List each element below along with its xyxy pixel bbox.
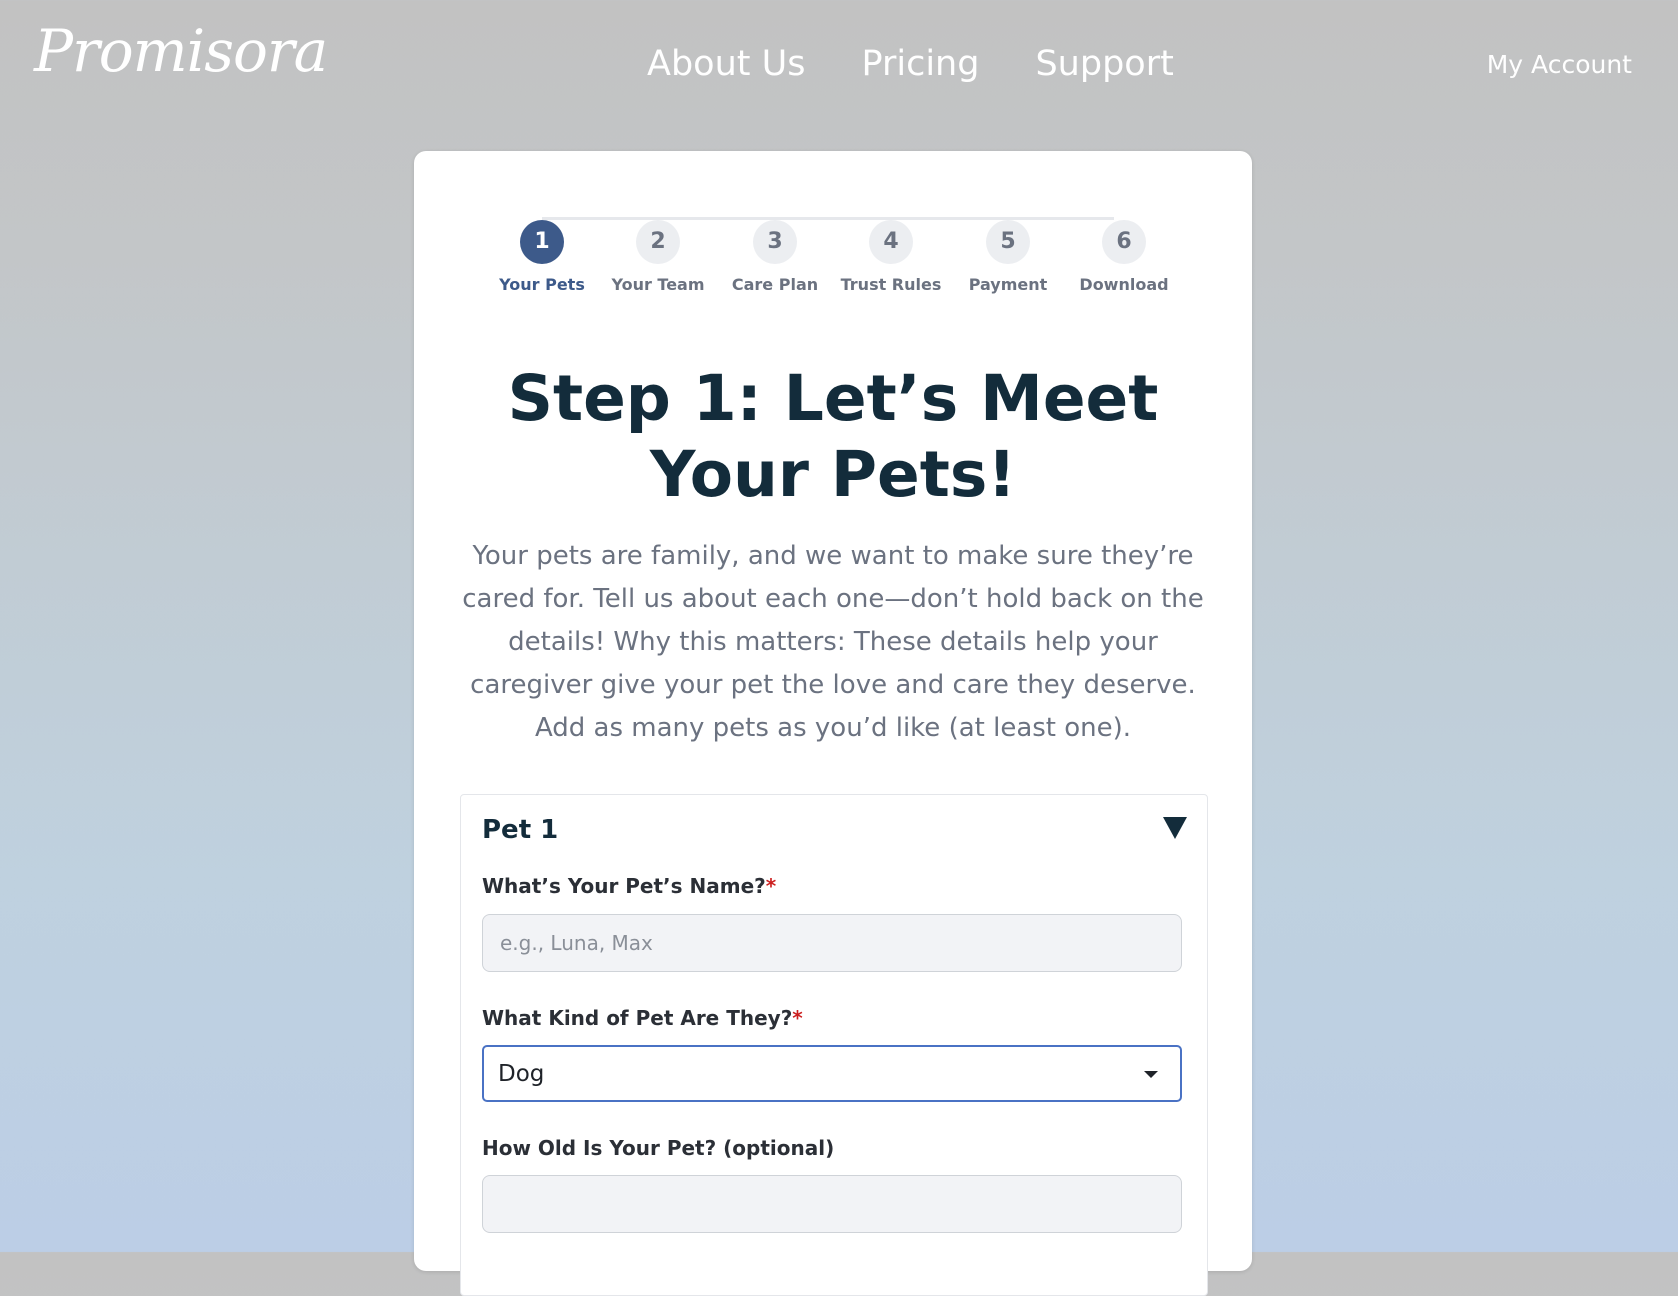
step-number: 3 <box>753 220 797 264</box>
pet-age-label: How Old Is Your Pet? (optional) <box>482 1136 835 1160</box>
step-your-pets[interactable]: 1 Your Pets <box>482 220 602 294</box>
progress-stepper: 1 Your Pets 2 Your Team 3 Care Plan 4 Tr… <box>414 216 1252 306</box>
step-download[interactable]: 6 Download <box>1064 220 1184 294</box>
caret-down-icon <box>1144 1071 1158 1078</box>
nav-support[interactable]: Support <box>1035 44 1173 84</box>
intro-text: Your pets are family, and we want to mak… <box>462 541 1204 743</box>
pet-panel: Pet 1 What’s Your Pet’s Name?* What Kind… <box>460 794 1208 1296</box>
step-label: Your Team <box>611 275 705 294</box>
step-number: 2 <box>636 220 680 264</box>
pet-kind-select[interactable]: Dog <box>482 1045 1182 1102</box>
step-number: 6 <box>1102 220 1146 264</box>
collapse-triangle-icon[interactable] <box>1163 817 1187 839</box>
step-label: Download <box>1079 275 1169 294</box>
step-your-team[interactable]: 2 Your Team <box>598 220 718 294</box>
pet-kind-selected-value: Dog <box>498 1061 545 1087</box>
pet-name-input[interactable] <box>482 914 1182 972</box>
promisora-logo[interactable]: Promisora <box>34 19 328 84</box>
required-marker: * <box>765 874 777 898</box>
step-label: Care Plan <box>731 275 819 294</box>
my-account-link[interactable]: My Account <box>1487 50 1632 79</box>
pet-panel-title: Pet 1 <box>482 815 559 845</box>
pet-name-label-text: What’s Your Pet’s Name? <box>482 874 766 898</box>
step-number: 5 <box>986 220 1030 264</box>
nav-about-us[interactable]: About Us <box>647 44 805 84</box>
main-nav: About Us Pricing Support <box>647 44 1174 84</box>
wizard-card: 1 Your Pets 2 Your Team 3 Care Plan 4 Tr… <box>414 151 1252 1296</box>
nav-pricing[interactable]: Pricing <box>861 44 979 84</box>
pet-name-label: What’s Your Pet’s Name?* <box>482 874 776 898</box>
step-payment[interactable]: 5 Payment <box>948 220 1068 294</box>
step-label: Trust Rules <box>840 275 942 294</box>
page-title: Step 1: Let’s Meet Your Pets! <box>507 362 1159 511</box>
site-header: Promisora About Us Pricing Support My Ac… <box>0 0 1678 140</box>
pet-kind-label: What Kind of Pet Are They?* <box>482 1006 803 1030</box>
step-number: 1 <box>520 220 564 264</box>
pet-kind-label-text: What Kind of Pet Are They? <box>482 1006 793 1030</box>
step-care-plan[interactable]: 3 Care Plan <box>715 220 835 294</box>
step-trust-rules[interactable]: 4 Trust Rules <box>831 220 951 294</box>
step-number: 4 <box>869 220 913 264</box>
step-label: Your Pets <box>499 275 585 294</box>
pet-age-input[interactable] <box>482 1175 1182 1233</box>
required-marker: * <box>792 1006 803 1030</box>
step-label: Payment <box>968 275 1048 294</box>
